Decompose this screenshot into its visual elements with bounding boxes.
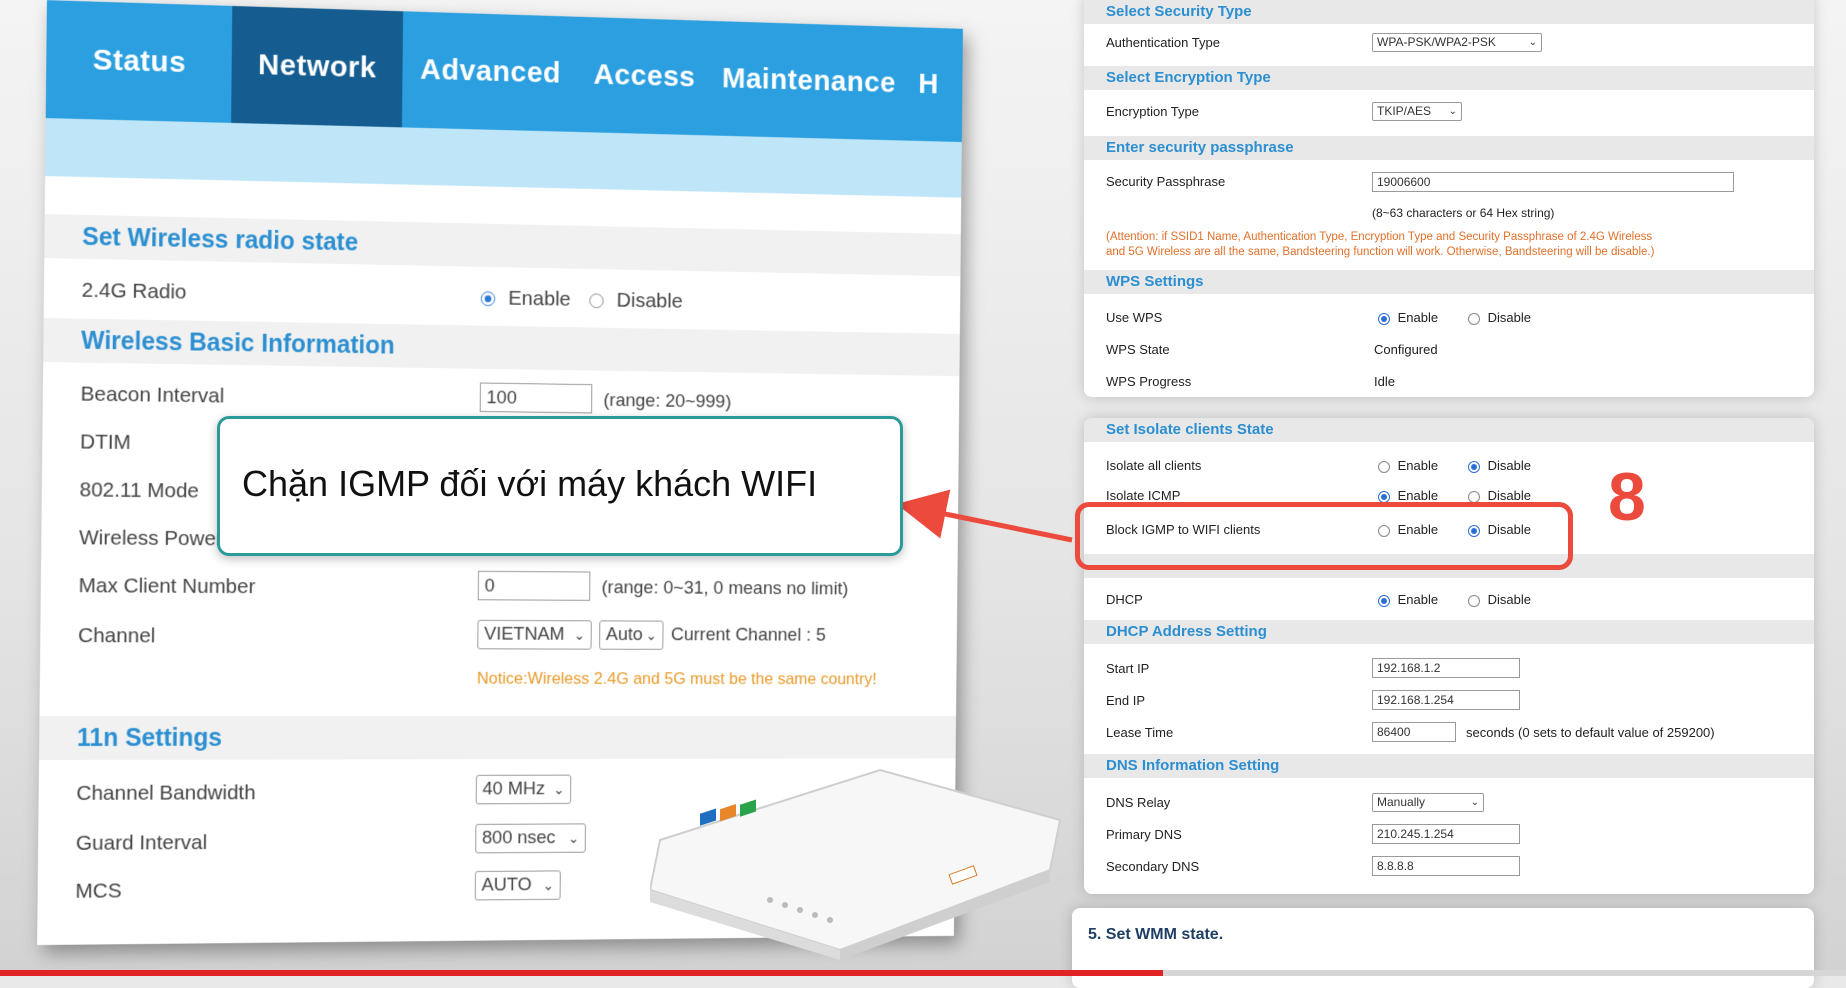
- highlight-box: [1075, 502, 1573, 570]
- video-progress-bar[interactable]: [0, 970, 1846, 976]
- step-number: 8: [1608, 459, 1646, 535]
- callout-text: Chặn IGMP đối với máy khách WIFI: [242, 463, 818, 504]
- video-progress-fill: [0, 970, 1163, 976]
- callout-box: Chặn IGMP đối với máy khách WIFI: [217, 416, 903, 556]
